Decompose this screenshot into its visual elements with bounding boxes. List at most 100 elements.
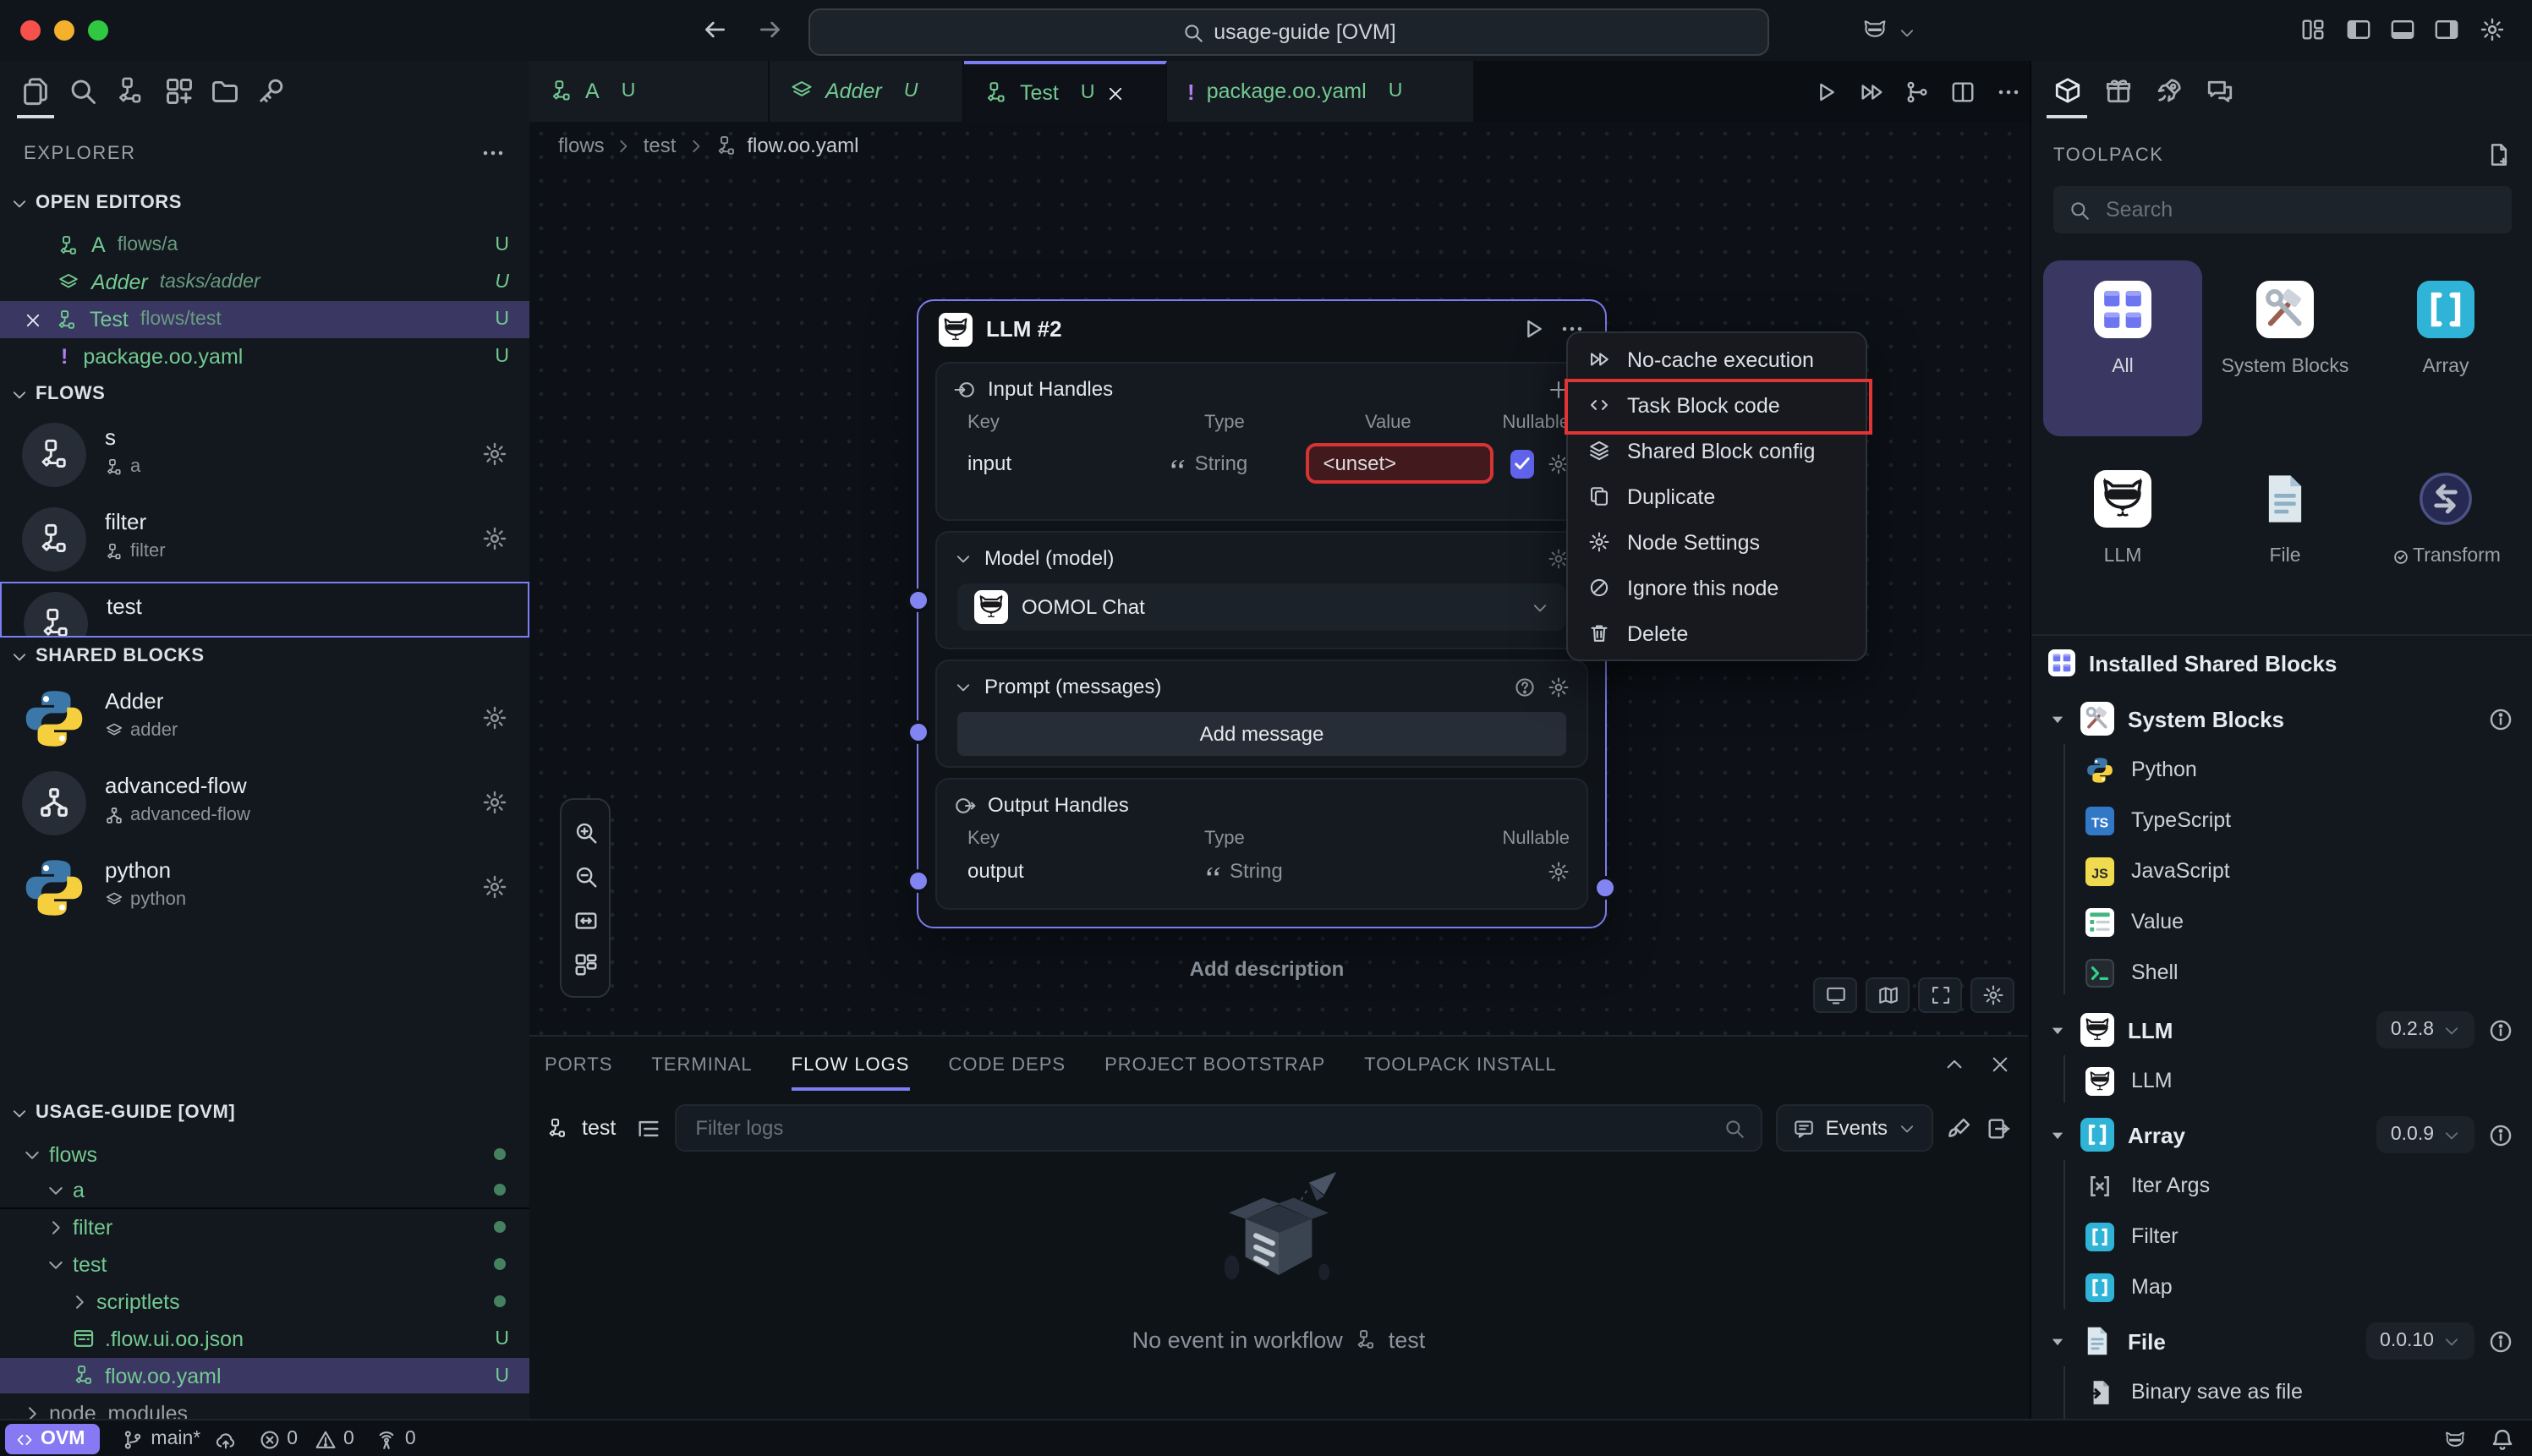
zoom-in-icon[interactable] xyxy=(573,819,598,845)
group-array[interactable]: Array 0.0.9 xyxy=(2031,1109,2532,1160)
add-message-button[interactable]: Add message xyxy=(957,712,1566,756)
fullscreen-button[interactable] xyxy=(1918,977,1962,1013)
tab-adder[interactable]: Adder U xyxy=(770,61,964,122)
chevron-down-icon[interactable] xyxy=(954,549,973,567)
open-editor-item[interactable]: ! package.oo.yaml U xyxy=(0,338,529,375)
minimap-button[interactable] xyxy=(1866,977,1910,1013)
block-item-llm[interactable]: LLM xyxy=(2031,1055,2532,1106)
open-editors-header[interactable]: OPEN EDITORS xyxy=(10,193,182,213)
shared-block-item-python[interactable]: python python xyxy=(0,846,529,930)
nullable-checkbox[interactable] xyxy=(1510,449,1534,478)
input-handle-dot[interactable] xyxy=(907,588,930,612)
workspace-section-header[interactable]: USAGE-GUIDE [OVM] xyxy=(10,1103,235,1123)
ports-status[interactable]: 0 xyxy=(376,1428,416,1450)
category-array[interactable]: Array xyxy=(2366,260,2525,436)
panel-tab-code-deps[interactable]: CODE DEPS xyxy=(948,1037,1066,1094)
command-center-search[interactable]: usage-guide [OVM] xyxy=(808,8,1769,56)
panel-tab-project-bootstrap[interactable]: PROJECT BOOTSTRAP xyxy=(1104,1037,1325,1094)
maximize-panel-icon[interactable] xyxy=(1943,1054,1965,1076)
block-item-filter[interactable]: Filter xyxy=(2031,1211,2532,1262)
screenshot-button[interactable] xyxy=(1813,977,1857,1013)
auto-layout-icon[interactable] xyxy=(573,951,598,977)
search-view-icon[interactable] xyxy=(68,76,98,107)
folder-view-icon[interactable] xyxy=(210,76,240,107)
tab-test[interactable]: Test U xyxy=(964,61,1167,122)
remote-indicator[interactable]: OVM xyxy=(5,1424,100,1454)
tab-package-yaml[interactable]: ! package.oo.yaml U xyxy=(1167,61,1475,122)
tab-a[interactable]: A U xyxy=(529,61,770,122)
block-item-typescript[interactable]: TS TypeScript xyxy=(2031,795,2532,846)
category-system-blocks[interactable]: System Blocks xyxy=(2206,260,2365,436)
panel-tab-flow-logs[interactable]: FLOW LOGS xyxy=(792,1037,910,1094)
customize-layout-icon[interactable] xyxy=(2300,17,2326,42)
menu-item-shared-block-config[interactable]: Shared Block config xyxy=(1568,428,1866,473)
group-system-blocks[interactable]: System Blocks xyxy=(2031,693,2532,744)
tree-item-test[interactable]: test xyxy=(0,1246,529,1282)
forward-icon[interactable] xyxy=(756,15,785,44)
open-editor-item[interactable]: A flows/a U xyxy=(0,227,529,264)
flows-view-icon[interactable] xyxy=(115,76,145,107)
tree-item-filter[interactable]: filter xyxy=(0,1209,529,1245)
menu-item-duplicate[interactable]: Duplicate xyxy=(1568,473,1866,519)
close-window-button[interactable] xyxy=(20,20,41,41)
output-gear-icon[interactable] xyxy=(1548,860,1570,882)
flow-list-item-test-selected[interactable]: test xyxy=(0,582,529,638)
filter-logs-input[interactable] xyxy=(675,1104,1762,1152)
close-tab-icon[interactable] xyxy=(1107,84,1126,102)
panel-tab-ports[interactable]: PORTS xyxy=(545,1037,612,1094)
open-editor-item[interactable]: Adder tasks/adder U xyxy=(0,264,529,301)
menu-item-ignore-node[interactable]: Ignore this node xyxy=(1568,565,1866,610)
shared-blocks-section-header[interactable]: SHARED BLOCKS xyxy=(10,646,205,666)
prompt-gear-icon[interactable] xyxy=(1548,676,1570,698)
deploy-tab-icon[interactable] xyxy=(2155,76,2184,105)
oomol-status-icon[interactable] xyxy=(2442,1426,2468,1452)
block-item-map[interactable]: Map xyxy=(2031,1262,2532,1312)
secrets-key-icon[interactable] xyxy=(255,76,286,107)
menu-item-no-cache-execution[interactable]: No-cache execution xyxy=(1568,337,1866,382)
file-version-select[interactable]: 0.0.10 xyxy=(2366,1322,2474,1360)
menu-item-delete[interactable]: Delete xyxy=(1568,610,1866,656)
info-icon[interactable] xyxy=(2488,706,2513,731)
llm-version-select[interactable]: 0.2.8 xyxy=(2377,1011,2474,1048)
git-merge-icon[interactable] xyxy=(1904,79,1930,104)
toggle-sidebar-icon[interactable] xyxy=(2346,17,2371,42)
explorer-more-icon[interactable] xyxy=(480,140,506,166)
llm-node-header[interactable]: LLM #2 xyxy=(918,301,1605,357)
panel-tab-terminal[interactable]: TERMINAL xyxy=(651,1037,752,1094)
block-item-binary-save-as-file[interactable]: Binary save as file xyxy=(2031,1366,2532,1417)
close-editor-icon[interactable] xyxy=(24,310,42,329)
fit-view-icon[interactable] xyxy=(573,907,598,933)
open-editor-item-selected[interactable]: Test flows/test U xyxy=(0,301,529,338)
block-settings-gear-icon[interactable] xyxy=(482,705,507,731)
panel-tab-toolpack-install[interactable]: TOOLPACK INSTALL xyxy=(1364,1037,1557,1094)
info-icon[interactable] xyxy=(2488,1122,2513,1147)
flow-list-item-s[interactable]: s a xyxy=(0,413,529,497)
maximize-window-button[interactable] xyxy=(88,20,108,41)
close-panel-icon[interactable] xyxy=(1989,1054,2011,1076)
flows-section-header[interactable]: FLOWS xyxy=(10,384,105,404)
toolpack-search[interactable] xyxy=(2053,186,2512,233)
minimize-window-button[interactable] xyxy=(54,20,74,41)
block-settings-gear-icon[interactable] xyxy=(482,874,507,900)
run-flow-icon[interactable] xyxy=(1813,79,1839,104)
block-item-javascript[interactable]: JS JavaScript xyxy=(2031,846,2532,896)
tree-item-a[interactable]: a xyxy=(0,1172,529,1209)
explorer-icon[interactable] xyxy=(20,76,51,107)
breadcrumb-test[interactable]: test xyxy=(644,134,677,157)
category-llm[interactable]: LLM xyxy=(2043,450,2202,626)
shared-block-item-advanced-flow[interactable]: advanced-flow advanced-flow xyxy=(0,761,529,846)
clear-logs-icon[interactable] xyxy=(1947,1115,1972,1141)
shared-block-item-adder[interactable]: Adder adder xyxy=(0,676,529,761)
tree-item-flow-yaml-selected[interactable]: flow.oo.yaml U xyxy=(0,1358,529,1393)
flow-settings-gear-icon[interactable] xyxy=(482,441,507,467)
array-version-select[interactable]: 0.0.9 xyxy=(2377,1116,2474,1153)
settings-gear-icon[interactable] xyxy=(2480,17,2505,42)
output-handle-dot[interactable] xyxy=(1593,876,1617,900)
more-actions-icon[interactable] xyxy=(1996,79,2021,104)
block-item-value[interactable]: Value xyxy=(2031,896,2532,947)
info-icon[interactable] xyxy=(2488,1017,2513,1043)
export-logs-icon[interactable] xyxy=(1986,1115,2011,1141)
category-file[interactable]: File xyxy=(2206,450,2365,626)
add-description-button[interactable]: Add description xyxy=(1098,957,1436,981)
prompt-handle-dot[interactable] xyxy=(907,869,930,893)
